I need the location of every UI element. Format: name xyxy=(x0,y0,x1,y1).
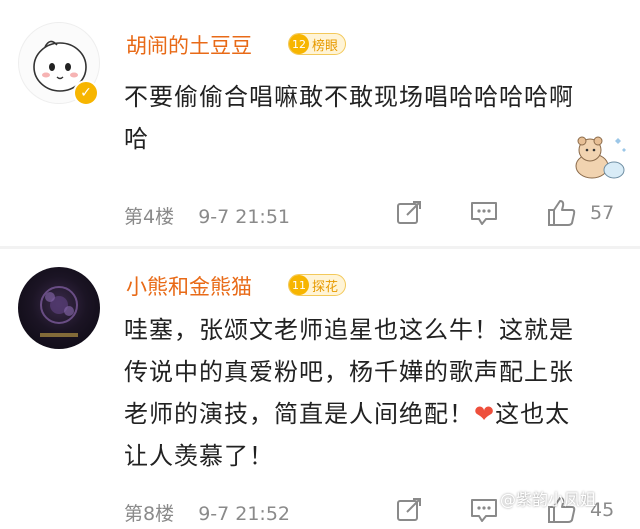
comment-item: 小熊和金熊猫 11 探花 哇塞，张颂文老师追星也这么牛！这就是传说中的真爱粉吧，… xyxy=(0,249,640,526)
comment-time: 9-7 21:52 xyxy=(198,503,291,525)
avatar-flower-icon xyxy=(40,286,78,337)
avatar[interactable] xyxy=(18,267,100,349)
floor-number: 第4楼 xyxy=(124,206,175,228)
bear-sticker-icon xyxy=(575,136,626,179)
like-icon[interactable] xyxy=(546,198,578,232)
username[interactable]: 胡闹的土豆豆 xyxy=(126,30,252,60)
fan-badge[interactable]: 11 探花 xyxy=(288,274,347,296)
badge-label: 榜眼 xyxy=(312,38,339,54)
floor-number: 第8楼 xyxy=(124,503,175,525)
comment-meta: 第4楼 9-7 21:51 xyxy=(124,202,290,229)
verified-icon: ✓ xyxy=(73,80,99,106)
fan-badge[interactable]: 12 榜眼 xyxy=(288,33,347,55)
badge-level: 12 xyxy=(289,34,309,54)
comment-item: ✓ 胡闹的土豆豆 12 榜眼 不要偷偷合唱嘛敢不敢现场唱哈哈哈哈啊哈 第4楼 9… xyxy=(0,0,640,246)
badge-label: 探花 xyxy=(312,279,339,295)
reply-icon[interactable] xyxy=(468,495,500,529)
comment-text: 不要偷偷合唱嘛敢不敢现场唱哈哈哈哈啊哈 xyxy=(124,83,574,153)
heart-emoji-icon: ❤ xyxy=(474,400,496,428)
username[interactable]: 小熊和金熊猫 xyxy=(126,271,252,301)
like-count: 57 xyxy=(590,202,615,224)
comment-meta: 第8楼 9-7 21:52 xyxy=(124,499,290,526)
share-icon[interactable] xyxy=(394,495,424,529)
watermark: @紫韵小凤姐 xyxy=(500,490,597,509)
reply-icon[interactable] xyxy=(468,198,500,232)
comment-text: 哇塞，张颂文老师追星也这么牛！这就是传说中的真爱粉吧，杨千嬅的歌声配上张老师的演… xyxy=(124,309,594,477)
comment-time: 9-7 21:51 xyxy=(198,206,291,228)
badge-level: 11 xyxy=(289,275,309,295)
share-icon[interactable] xyxy=(394,198,424,232)
